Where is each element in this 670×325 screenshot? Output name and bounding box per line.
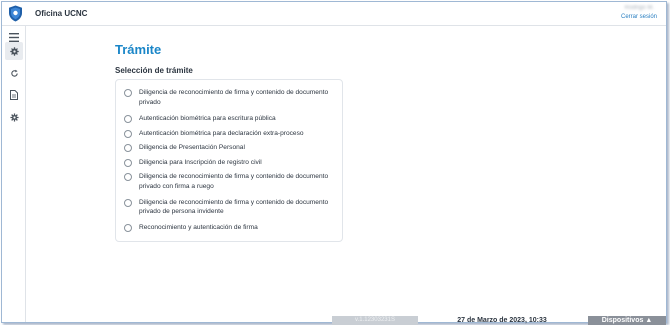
app-window: Oficina UCNC Rodrigo M. Cerrar sesión Tr… [1, 1, 667, 325]
refresh-icon[interactable] [5, 64, 23, 82]
radio-button[interactable] [124, 129, 132, 138]
option-label: Diligencia de reconocimiento de firma y … [139, 89, 329, 106]
option-label: Diligencia para Inscripción de registro … [139, 158, 262, 166]
procedure-option[interactable]: Diligencia de reconocimiento de firma y … [124, 172, 329, 191]
shield-logo-icon [8, 5, 23, 22]
devices-button[interactable]: Dispositivos ▲ [588, 316, 666, 325]
gear-icon[interactable] [5, 42, 23, 60]
radio-button[interactable] [124, 89, 132, 97]
option-label: Diligencia de Presentación Personal [139, 144, 245, 151]
version-label: v.1.12303231S [332, 316, 418, 325]
logout-link[interactable]: Cerrar sesión [621, 14, 657, 20]
procedure-options-card: Diligencia de reconocimiento de firma y … [115, 79, 343, 242]
app-title: Oficina UCNC [35, 9, 88, 18]
option-label: Diligencia de reconocimiento de firma y … [139, 198, 329, 216]
radio-button[interactable] [124, 173, 132, 181]
footer-bar: v.1.12303231S 27 de Marzo de 2023, 10:33… [2, 316, 666, 325]
procedure-option[interactable]: Diligencia de Presentación Personal [124, 143, 329, 153]
page-title: Trámite [115, 42, 162, 57]
radio-button[interactable] [124, 115, 132, 123]
user-name: Rodrigo M. [624, 5, 654, 11]
top-bar: Oficina UCNC Rodrigo M. Cerrar sesión [2, 2, 666, 26]
sidebar [2, 26, 26, 322]
procedure-option[interactable]: Autenticación biométrica para escritura … [124, 114, 329, 124]
option-label: Autenticación biométrica para declaració… [139, 129, 304, 137]
radio-button[interactable] [124, 198, 132, 207]
procedure-option[interactable]: Autenticación biométrica para declaració… [124, 129, 329, 139]
section-title: Selección de trámite [115, 66, 193, 75]
procedure-option[interactable]: Reconocimiento y autenticación de firma [124, 223, 329, 233]
procedure-option[interactable]: Diligencia de reconocimiento de firma y … [124, 88, 329, 107]
option-label: Diligencia de reconocimiento de firma y … [139, 173, 329, 190]
radio-button[interactable] [124, 158, 132, 167]
document-icon[interactable] [5, 86, 23, 104]
radio-button[interactable] [124, 144, 132, 152]
procedure-option[interactable]: Diligencia de reconocimiento de firma y … [124, 198, 329, 217]
procedure-option[interactable]: Diligencia para Inscripción de registro … [124, 158, 329, 168]
option-label: Autenticación biométrica para escritura … [139, 115, 276, 122]
datetime-label: 27 de Marzo de 2023, 10:33 [457, 317, 547, 324]
option-label: Reconocimiento y autenticación de firma [139, 224, 258, 231]
settings-icon[interactable] [5, 108, 23, 126]
radio-button[interactable] [124, 224, 132, 232]
